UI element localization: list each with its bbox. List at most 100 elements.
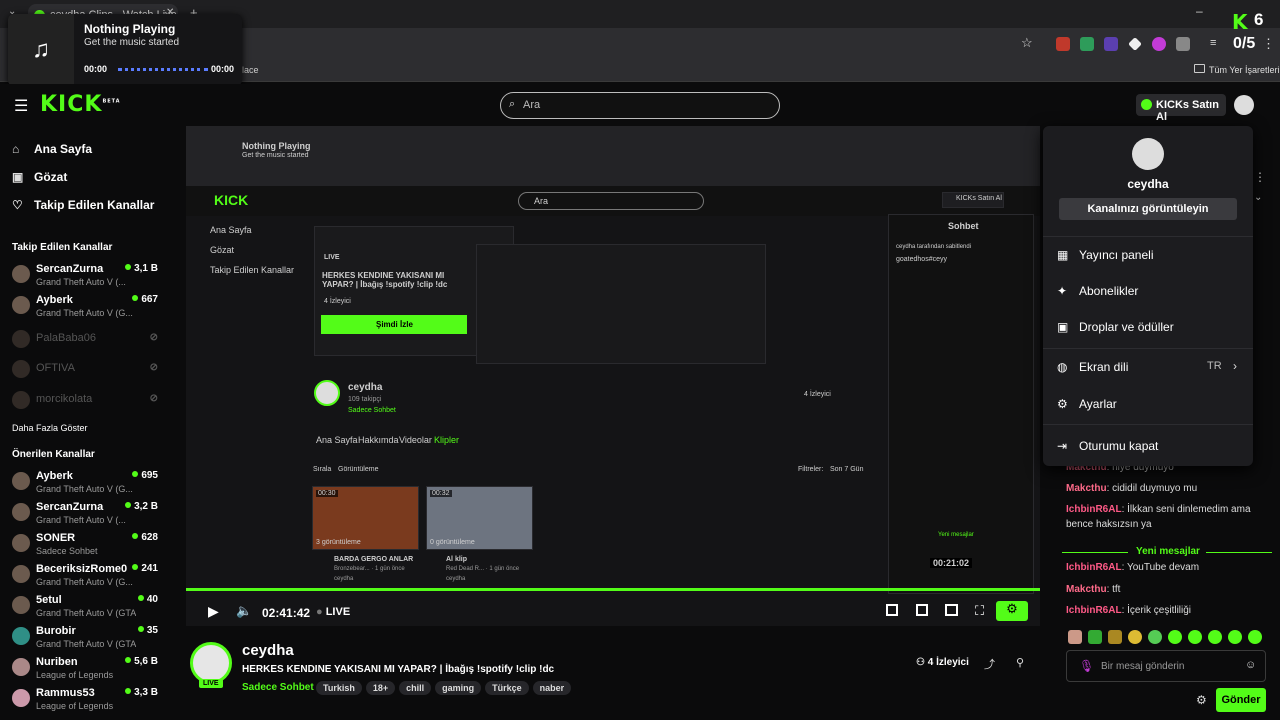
extension-diamond-icon[interactable] [1128, 37, 1142, 51]
live-label: LIVE [325, 606, 351, 618]
emote-icon[interactable] [1228, 630, 1242, 644]
extension-green-icon[interactable] [1080, 37, 1094, 51]
chat-username[interactable]: IchbinR6AL [1066, 562, 1122, 573]
show-more-link[interactable]: Daha Fazla Göster [12, 423, 88, 433]
channel-item[interactable]: Rammus53 League of Legends 3,3 B [12, 685, 162, 715]
follow-user-icon[interactable]: ⚲ [1016, 656, 1024, 669]
new-messages-divider[interactable]: Yeni mesajlar [1062, 546, 1272, 558]
folder-icon [1194, 64, 1205, 73]
emote-icon[interactable] [1188, 630, 1202, 644]
chat-username[interactable]: IchbinR6AL [1066, 504, 1122, 515]
avatar [12, 596, 30, 614]
music-seek-bar[interactable] [118, 68, 208, 71]
menu-item-subscriptions[interactable]: ✦ Abonelikler [1057, 277, 1247, 305]
fullscreen-icon[interactable]: ⛶ [975, 603, 984, 619]
channel-item-offline[interactable]: PalaBaba06 ⊘ [12, 324, 162, 354]
volume-icon[interactable]: 🔈 [236, 603, 252, 619]
channel-item-offline[interactable]: OFTIVA ⊘ [12, 354, 162, 384]
hamburger-menu-icon[interactable]: ☰ [14, 96, 28, 116]
inner-music-subtitle: Get the music started [242, 152, 309, 159]
channel-name[interactable]: ceydha [242, 642, 294, 659]
video-progress-bar[interactable] [186, 588, 1040, 591]
channel-item[interactable]: Burobir Grand Theft Auto V (GTA) 35 [12, 623, 162, 653]
menu-item-language[interactable]: ◍ Ekran dili TR › [1057, 353, 1247, 381]
settings-button[interactable]: ⚙ [996, 601, 1028, 621]
bookmark-star-icon[interactable]: ☆ [1021, 35, 1033, 51]
chat-username[interactable]: Makcthu [1066, 483, 1107, 494]
emote-icon[interactable] [1168, 630, 1182, 644]
all-bookmarks-link[interactable]: Tüm Yer İşaretleri [1209, 65, 1280, 75]
kick-extension-k-icon[interactable]: K [1232, 10, 1248, 34]
search-input[interactable]: ⌕ Ara [500, 92, 780, 119]
chat-username[interactable]: Makcthu [1066, 584, 1107, 595]
menu-item-creator-dashboard[interactable]: ▦ Yayıncı paneli [1057, 241, 1247, 269]
emote-icon[interactable] [1248, 630, 1262, 644]
sidebar-item-home[interactable]: ⌂ Ana Sayfa [12, 142, 92, 156]
miniplayer-icon[interactable] [886, 604, 898, 616]
buy-kicks-button[interactable]: KICKs Satın Al [1136, 94, 1226, 123]
music-time-start: 00:00 [84, 64, 108, 74]
theater-mode-icon[interactable] [945, 604, 958, 616]
channel-item[interactable]: 5etul Grand Theft Auto V (GTA) 40 [12, 592, 162, 622]
emote-icon[interactable] [1148, 630, 1162, 644]
menu-item-drops[interactable]: ▣ Droplar ve ödüller [1057, 313, 1247, 341]
user-avatar-button[interactable] [1234, 95, 1254, 115]
inner-pinned-by: ceydha tarafından sabitlendi [896, 244, 972, 250]
channel-item[interactable]: SercanZurna Grand Theft Auto V (... 3,1 B [12, 261, 162, 291]
inner-followers: 109 takipçi [348, 396, 382, 403]
channel-item-offline[interactable]: morcikolata ⊘ [12, 385, 162, 415]
tag[interactable]: Türkçe [485, 681, 529, 695]
logo-beta: BETA [102, 98, 121, 105]
extension-pink-icon[interactable] [1152, 37, 1166, 51]
menu-item-logout[interactable]: ⇥ Oturumu kapat [1057, 432, 1247, 460]
viewer-count: 695 [132, 470, 158, 481]
share-icon[interactable]: ⤴ [984, 656, 995, 672]
minimize-icon[interactable]: – [1196, 4, 1203, 18]
channel-item[interactable]: Ayberk Grand Theft Auto V (G... 695 [12, 468, 162, 498]
send-button[interactable]: Gönder [1216, 688, 1266, 712]
extensions-puzzle-icon[interactable] [1176, 37, 1190, 51]
sidebar-item-following[interactable]: ♡ Takip Edilen Kanallar [12, 198, 154, 212]
video-player[interactable]: Nothing Playing Get the music started KI… [186, 126, 1040, 626]
tag[interactable]: chill [399, 681, 432, 695]
chat-options-icon[interactable]: ⋮ [1254, 170, 1266, 184]
bookmark-trailing-text[interactable]: lace [242, 65, 259, 75]
view-channel-button[interactable]: Kanalınızı görüntüleyin [1059, 198, 1237, 220]
chat-username[interactable]: IchbinR6AL [1066, 605, 1122, 616]
viewer-count: 3,3 B [125, 687, 158, 698]
clip-icon[interactable] [916, 604, 928, 616]
chat-message-input[interactable]: 🎙 Bir mesaj gönderin ☺ [1066, 650, 1266, 682]
kicks-coin-icon [1141, 99, 1152, 110]
avatar [12, 627, 30, 645]
extension-tp-icon[interactable] [1056, 37, 1070, 51]
tag[interactable]: 18+ [365, 681, 396, 695]
channel-item[interactable]: SercanZurna Grand Theft Auto V (... 3,2 B [12, 499, 162, 529]
emote-icon[interactable] [1128, 630, 1142, 644]
channel-item[interactable]: SONER Sadece Sohbet 628 [12, 530, 162, 560]
chat-settings-icon[interactable]: ⚙ [1196, 693, 1207, 707]
microphone-icon[interactable]: 🎙 [1079, 659, 1094, 673]
media-queue-icon[interactable]: ≡ [1210, 37, 1216, 49]
emote-bar [1068, 630, 1268, 644]
browser-menu-icon[interactable]: ⋮ [1262, 36, 1275, 52]
channel-avatar[interactable] [190, 642, 232, 684]
browse-icon: ▣ [12, 170, 24, 184]
kick-logo[interactable]: KICKBETA [40, 92, 121, 117]
menu-item-settings[interactable]: ⚙ Ayarlar [1057, 390, 1247, 418]
sidebar-item-browse[interactable]: ▣ Gözat [12, 170, 67, 184]
extension-purple-icon[interactable] [1104, 37, 1118, 51]
stream-category[interactable]: Sadece Sohbet [242, 682, 314, 693]
tag[interactable]: naber [532, 681, 572, 695]
play-icon[interactable]: ▶ [208, 603, 219, 620]
emoji-icon[interactable]: ☺ [1245, 659, 1256, 671]
channel-item[interactable]: Nuriben League of Legends 5,6 B [12, 654, 162, 684]
emote-icon[interactable] [1068, 630, 1082, 644]
emote-icon[interactable] [1088, 630, 1102, 644]
channel-item[interactable]: Ayberk Grand Theft Auto V (G... 667 [12, 292, 162, 322]
channel-item[interactable]: BeceriksizRome0 Grand Theft Auto V (G... 2… [12, 561, 162, 591]
chat-collapse-icon[interactable]: ⌄ [1254, 192, 1262, 203]
emote-icon[interactable] [1208, 630, 1222, 644]
tag[interactable]: Turkish [316, 681, 362, 695]
tag[interactable]: gaming [435, 681, 482, 695]
emote-icon[interactable] [1108, 630, 1122, 644]
